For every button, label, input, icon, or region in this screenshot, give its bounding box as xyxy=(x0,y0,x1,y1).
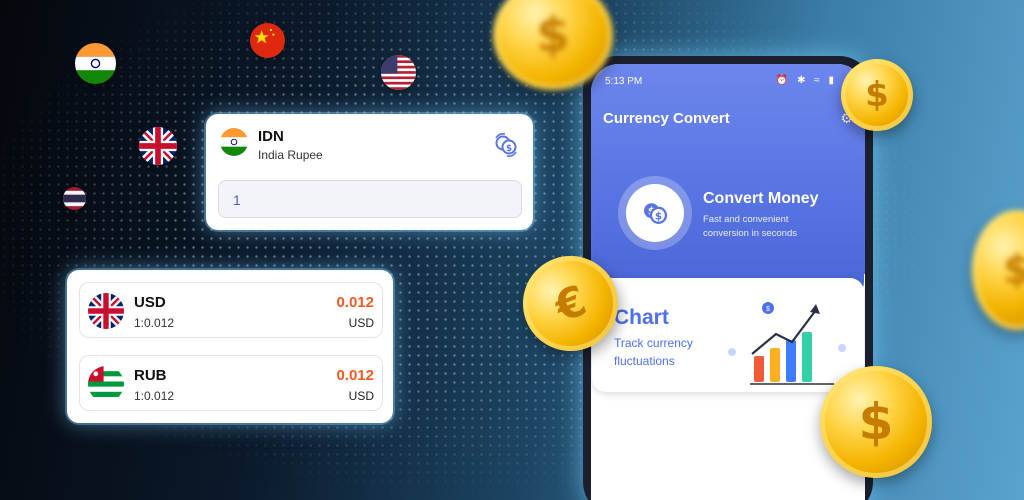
rate-row-usd[interactable]: USD 1:0.012 0.012 USD xyxy=(79,282,383,338)
chart-illustration-icon: $ xyxy=(728,302,846,385)
swap-currency-icon[interactable]: $ xyxy=(493,132,519,158)
rate-ratio: 1:0.012 xyxy=(134,389,175,403)
uk-flag-icon xyxy=(139,127,177,165)
rate-unit: USD xyxy=(348,316,374,330)
convert-money-title: Convert Money xyxy=(703,190,819,207)
rates-list-card: USD 1:0.012 0.012 USD RUB 1:0.012 0.012 … xyxy=(67,270,393,423)
chart-card[interactable]: Chart Track currency fluctuations $ xyxy=(592,278,864,392)
convert-money-card[interactable]: $$ Convert Money Fast and convenient con… xyxy=(594,146,864,296)
abkhazia-flag-icon xyxy=(88,366,124,402)
app-title: Currency Convert xyxy=(603,110,730,127)
amount-input[interactable]: 1 xyxy=(218,180,522,218)
rate-row-rub[interactable]: RUB 1:0.012 0.012 USD xyxy=(79,355,383,411)
chart-desc-line1: Track currency xyxy=(614,336,693,350)
source-currency-code: IDN xyxy=(258,128,284,145)
rate-ratio: 1:0.012 xyxy=(134,316,175,330)
usa-flag-icon xyxy=(381,55,416,90)
convert-money-icon: $$ xyxy=(626,184,684,242)
svg-text:$: $ xyxy=(655,210,662,222)
india-flag-icon xyxy=(220,128,248,156)
status-time: 5:13 PM xyxy=(605,76,643,87)
rate-value: 0.012 xyxy=(336,294,374,311)
rate-currency-code: USD xyxy=(134,294,166,311)
status-icons: ⏰ ✱ ≈ ▮ xyxy=(775,75,837,86)
china-flag-icon xyxy=(250,23,285,58)
rate-value: 0.012 xyxy=(336,367,374,384)
svg-text:$: $ xyxy=(766,306,770,313)
source-currency-name: India Rupee xyxy=(258,148,323,162)
svg-text:$: $ xyxy=(506,144,512,154)
convert-money-desc-line1: Fast and convenient xyxy=(703,214,789,225)
thailand-flag-icon xyxy=(63,187,86,210)
chart-title: Chart xyxy=(614,306,669,329)
gold-coin-icon: $ xyxy=(820,366,932,478)
convert-money-desc-line2: conversion in seconds xyxy=(703,228,797,239)
currency-input-card: IDN India Rupee $ 1 xyxy=(206,114,533,230)
rate-currency-code: RUB xyxy=(134,367,167,384)
uk-flag-icon xyxy=(88,293,124,329)
convert-icon-ring: $$ xyxy=(618,176,692,250)
india-flag-icon xyxy=(75,43,116,84)
chart-desc-line2: fluctuations xyxy=(614,354,675,368)
rate-unit: USD xyxy=(348,389,374,403)
gold-coin-icon: $ xyxy=(841,59,913,131)
